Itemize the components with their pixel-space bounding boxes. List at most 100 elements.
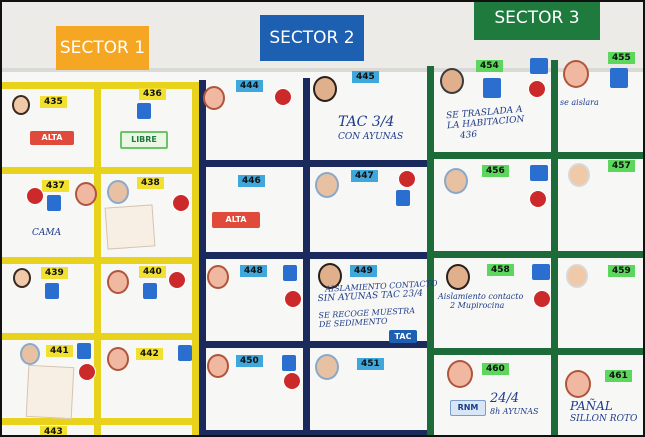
bed-icon bbox=[530, 165, 548, 181]
tac-tag: TAC bbox=[389, 330, 417, 343]
grid-line bbox=[427, 152, 645, 159]
grid-line bbox=[427, 251, 645, 258]
isolation-stop-icon bbox=[533, 290, 551, 308]
wheelchair-icon bbox=[45, 283, 59, 299]
paper-card bbox=[104, 204, 156, 250]
bed-number: 435 bbox=[40, 96, 67, 108]
bed-number: 441 bbox=[46, 345, 73, 357]
bed-number: 451 bbox=[357, 358, 384, 370]
patient-face-icon bbox=[207, 354, 229, 378]
bed-number: 459 bbox=[608, 265, 635, 277]
isolation-stop-icon bbox=[168, 271, 186, 289]
handwritten-note: CAMA bbox=[32, 228, 62, 238]
bed-number: 449 bbox=[350, 265, 377, 277]
wheelchair-icon bbox=[137, 103, 151, 119]
bed-number: 460 bbox=[482, 363, 509, 375]
grid-line bbox=[94, 82, 101, 437]
grid-line bbox=[303, 78, 310, 437]
grid-line bbox=[199, 160, 427, 167]
note-line: SILLON ROTO bbox=[570, 413, 638, 424]
isolation-stop-icon bbox=[398, 170, 416, 188]
isolation-stop-icon bbox=[529, 190, 547, 208]
patient-face-icon bbox=[12, 95, 30, 115]
grid-line bbox=[192, 82, 199, 437]
handwritten-note: se aislara bbox=[560, 98, 599, 107]
grid-line bbox=[199, 252, 427, 259]
bed-number: 446 bbox=[238, 175, 265, 187]
paper-card bbox=[25, 364, 75, 420]
note-line: TAC 3/4 bbox=[338, 114, 395, 130]
patient-face-icon bbox=[444, 168, 468, 194]
sector-1-label: SECTOR 1 bbox=[56, 26, 149, 70]
wheelchair-icon bbox=[143, 283, 157, 299]
grid-line bbox=[551, 60, 558, 437]
bed-number: 458 bbox=[487, 264, 514, 276]
bed-icon bbox=[396, 190, 410, 206]
handwritten-note: Aislamiento contacto 2 Mupirocina bbox=[438, 292, 523, 310]
patient-face-icon bbox=[207, 265, 229, 289]
bed-icon bbox=[532, 264, 550, 280]
patient-face-icon bbox=[563, 60, 589, 88]
isolation-stop-icon bbox=[78, 363, 96, 381]
bed-number: 450 bbox=[236, 355, 263, 367]
alta-tag: ALTA bbox=[212, 212, 260, 228]
grid-line bbox=[199, 430, 427, 437]
bed-icon bbox=[77, 343, 91, 359]
patient-face-icon bbox=[107, 347, 129, 371]
wheelchair-icon bbox=[47, 195, 61, 211]
patient-face-icon bbox=[313, 76, 337, 102]
patient-face-icon bbox=[13, 268, 31, 288]
handwritten-note: AISLAMIENTO CONTACTO SIN AYUNAS TAC 23/4… bbox=[317, 279, 440, 329]
sector-2-label: SECTOR 2 bbox=[260, 15, 364, 61]
patient-face-icon bbox=[20, 343, 40, 365]
rnm-tag: RNM bbox=[450, 400, 486, 416]
handwritten-note: 24/4 8h AYUNAS bbox=[490, 391, 539, 416]
handwritten-note: PAÑAL SILLON ROTO bbox=[570, 399, 638, 424]
sector-3-label: SECTOR 3 bbox=[474, 0, 600, 40]
patient-face-icon bbox=[315, 354, 339, 380]
wheelchair-icon bbox=[610, 68, 628, 88]
libre-tag: LIBRE bbox=[120, 131, 168, 149]
patient-face-icon bbox=[565, 370, 591, 398]
bed-number: 443 bbox=[40, 426, 67, 437]
bed-number: 461 bbox=[605, 370, 632, 382]
isolation-stop-icon bbox=[283, 372, 301, 390]
bed-number: 447 bbox=[351, 170, 378, 182]
isolation-stop-icon bbox=[172, 194, 190, 212]
isolation-stop-icon bbox=[528, 80, 546, 98]
note-line: PAÑAL bbox=[570, 399, 613, 413]
note-line: 2 Mupirocina bbox=[450, 301, 505, 311]
isolation-stop-icon bbox=[26, 187, 44, 205]
bed-number: 456 bbox=[482, 165, 509, 177]
patient-face-icon bbox=[75, 182, 97, 206]
bed-number: 444 bbox=[236, 80, 263, 92]
handwritten-note: TAC 3/4 CON AYUNAS bbox=[338, 114, 403, 142]
bed-icon bbox=[530, 58, 548, 74]
patient-face-icon bbox=[440, 68, 464, 94]
patient-face-icon bbox=[446, 264, 470, 290]
note-line: Aislamiento contacto bbox=[438, 292, 524, 301]
wheelchair-icon bbox=[483, 78, 501, 98]
alta-tag: ALTA bbox=[30, 131, 74, 145]
note-line: 24/4 bbox=[490, 391, 520, 406]
bed-number: 445 bbox=[352, 71, 379, 83]
ward-whiteboard-photo: SECTOR 1 SECTOR 2 SECTOR 3 435 436 437 4… bbox=[0, 0, 645, 437]
patient-face-icon bbox=[568, 163, 590, 187]
isolation-stop-icon bbox=[274, 88, 292, 106]
grid-line bbox=[199, 80, 206, 437]
patient-face-icon bbox=[566, 264, 588, 288]
bed-icon bbox=[282, 355, 296, 371]
bed-number: 437 bbox=[42, 180, 69, 192]
patient-face-icon bbox=[203, 86, 225, 110]
bed-number: 439 bbox=[41, 267, 68, 279]
patient-face-icon bbox=[447, 360, 473, 388]
patient-face-icon bbox=[107, 180, 129, 204]
bed-number: 442 bbox=[136, 348, 163, 360]
bed-number: 448 bbox=[240, 265, 267, 277]
bed-number: 457 bbox=[608, 160, 635, 172]
isolation-stop-icon bbox=[284, 290, 302, 308]
note-line: 8h AYUNAS bbox=[490, 406, 539, 416]
bed-number: 436 bbox=[139, 88, 166, 100]
grid-line bbox=[427, 348, 645, 355]
bed-number: 440 bbox=[139, 266, 166, 278]
